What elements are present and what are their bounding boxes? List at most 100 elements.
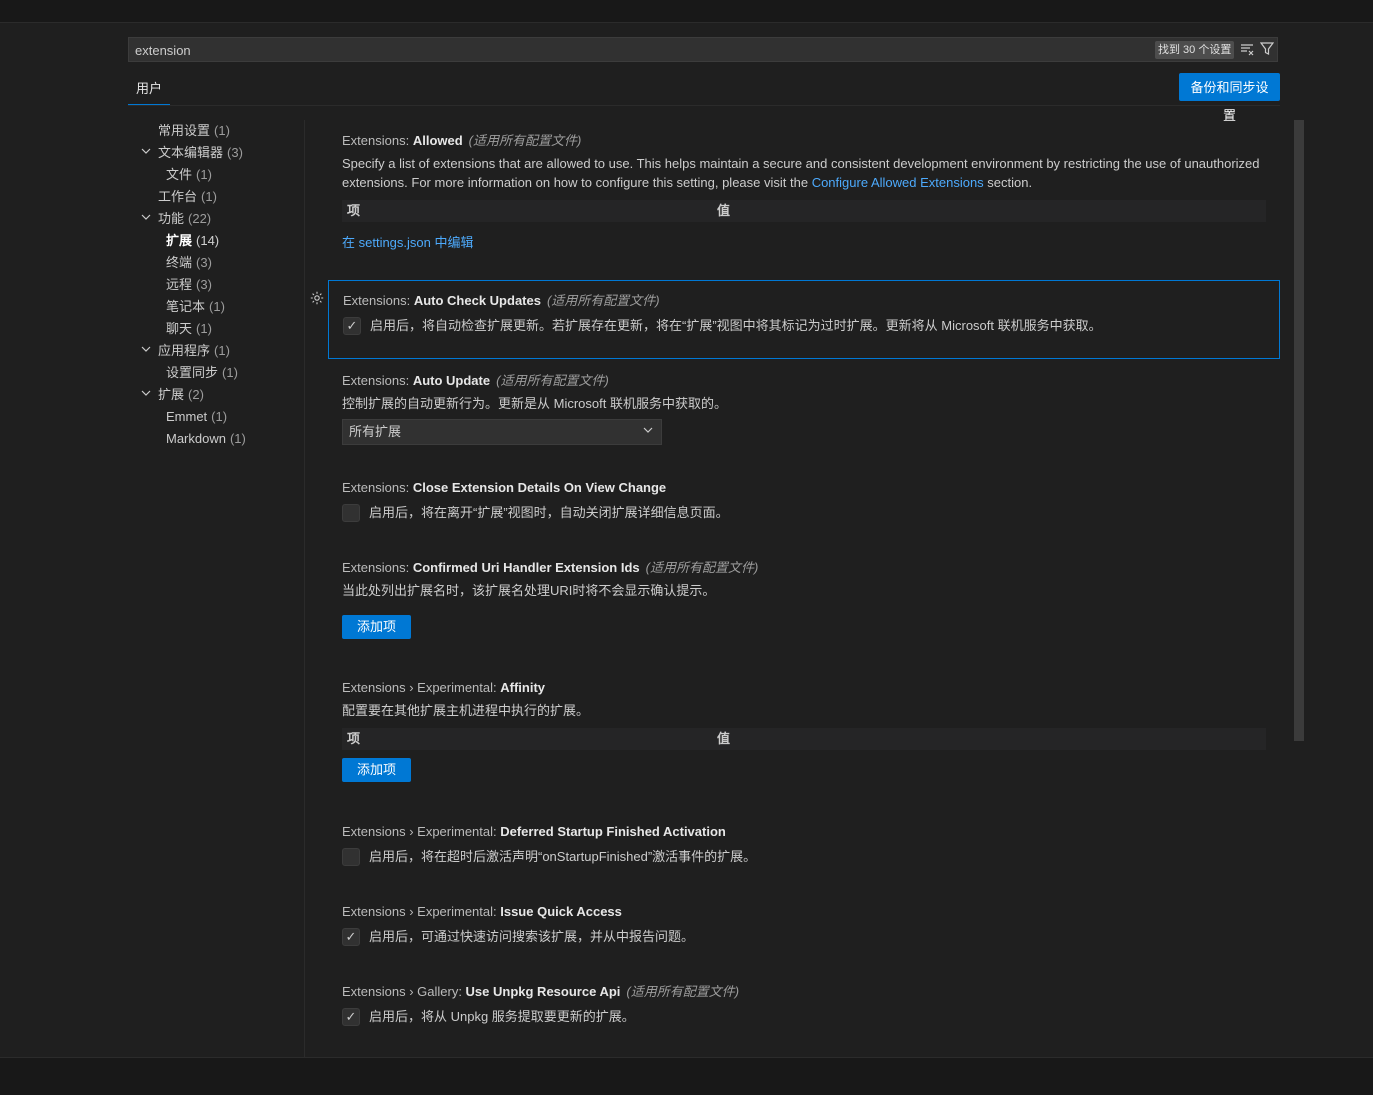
auto-check-updates-checkbox[interactable]: ✓ [343,317,361,335]
checkbox-label: 启用后，将在超时后激活声明“onStartupFinished”激活事件的扩展。 [369,849,757,864]
setting-title: Extensions: Allowed (适用所有配置文件) [342,131,1266,151]
setting-key: Allowed [412,133,463,148]
toc-item-terminal[interactable]: 终端 (3) [166,252,212,274]
toc-item-settings-sync[interactable]: 设置同步 (1) [166,362,238,384]
setting-gear-icon[interactable] [309,291,325,307]
toc-item-extensions-group[interactable]: 扩展 (2) [158,384,204,406]
setting-scope: (适用所有配置文件) [546,293,660,308]
column-value: 值 [717,203,731,218]
chevron-down-icon[interactable] [140,142,152,164]
clear-filter-icon[interactable] [1239,42,1255,58]
setting-category: Extensions: [343,293,414,308]
configure-allowed-extensions-link[interactable]: Configure Allowed Extensions [812,175,984,190]
deferred-startup-checkbox[interactable] [342,848,360,866]
setting-key: Auto Update [412,373,491,388]
setting-category: Extensions › Gallery: [342,984,466,999]
checkbox-label: 启用后，将自动检查扩展更新。若扩展存在更新，将在“扩展”视图中将其标记为过时扩展… [370,318,1102,333]
toc-count: (1) [201,189,217,204]
tab-user[interactable]: 用户 [128,78,170,105]
toc-item-markdown[interactable]: Markdown (1) [166,428,246,450]
close-details-checkbox[interactable] [342,504,360,522]
toc-label: 文本编辑器 [158,145,224,160]
chevron-down-icon[interactable] [140,208,152,230]
setting-title: Extensions › Experimental: Issue Quick A… [342,902,1266,922]
table-header: 项 值 [342,728,1266,750]
toc-divider [304,120,305,1057]
settings-search-box[interactable]: 找到 30 个设置 [128,37,1278,62]
setting-description: 配置要在其他扩展主机进程中执行的扩展。 [342,703,590,718]
toc-label: 笔记本 [166,299,206,314]
setting-title: Extensions › Experimental: Affinity [342,678,1266,698]
setting-title: Extensions: Auto Update (适用所有配置文件) [342,371,1266,391]
checkbox-row: ✓ 启用后，将自动检查扩展更新。若扩展存在更新，将在“扩展”视图中将其标记为过时… [343,315,1265,337]
setting-close-extension-details: Extensions: Close Extension Details On V… [328,478,1280,524]
toc-item-text-editor[interactable]: 文本编辑器 (3) [158,142,243,164]
backup-sync-button[interactable]: 备份和同步设置 [1179,73,1280,123]
toc-count: (1) [222,365,238,380]
setting-auto-check-updates: Extensions: Auto Check Updates (适用所有配置文件)… [328,280,1280,359]
auto-update-select[interactable]: 所有扩展 [342,419,662,445]
setting-title: Extensions: Auto Check Updates (适用所有配置文件) [343,291,1265,311]
vertical-scrollbar[interactable] [1294,120,1304,741]
setting-deferred-startup: Extensions › Experimental: Deferred Star… [328,822,1280,868]
edit-in-settings-json-link[interactable]: 在 settings.json 中编辑 [342,232,474,251]
setting-title: Extensions: Confirmed Uri Handler Extens… [342,558,1266,578]
setting-key: Auto Check Updates [413,293,541,308]
chevron-down-icon[interactable] [140,340,152,362]
toc-count: (3) [196,277,212,292]
toc-label: 工作台 [158,189,198,204]
toc-count: (2) [188,387,204,402]
toc-label: 扩展 [166,233,193,248]
toc-label: 设置同步 [166,365,219,380]
setting-experimental-affinity: Extensions › Experimental: Affinity 配置要在… [328,678,1280,782]
toc-label: 常用设置 [158,123,211,138]
chevron-down-icon [643,420,653,444]
toc-item-extensions-active[interactable]: 扩展 (14) [166,230,219,252]
column-item: 项 [347,203,361,218]
toc-count: (1) [214,123,230,138]
toc-item-application[interactable]: 应用程序 (1) [158,340,230,362]
setting-description: 当此处列出扩展名时，该扩展名处理URI时将不会显示确认提示。 [342,583,716,598]
issue-quick-access-checkbox[interactable]: ✓ [342,928,360,946]
toc-count: (1) [196,167,212,182]
toc-label: 功能 [158,211,185,226]
toc-item-workbench[interactable]: 工作台 (1) [158,186,217,208]
add-item-button[interactable]: 添加项 [342,615,411,639]
setting-use-unpkg-resource-api: Extensions › Gallery: Use Unpkg Resource… [328,982,1280,1028]
tab-divider [128,105,1280,106]
setting-category: Extensions: [342,133,413,148]
setting-scope: (适用所有配置文件) [645,560,759,575]
checkbox-label: 启用后，将在离开“扩展”视图时，自动关闭扩展详细信息页面。 [369,505,729,520]
toc-count: (3) [196,255,212,270]
setting-key: Use Unpkg Resource Api [465,984,621,999]
setting-issue-quick-access: Extensions › Experimental: Issue Quick A… [328,902,1280,948]
toc-label: 终端 [166,255,193,270]
setting-key: Confirmed Uri Handler Extension Ids [412,560,640,575]
setting-auto-update: Extensions: Auto Update (适用所有配置文件) 控制扩展的自… [328,371,1280,445]
search-input[interactable] [135,41,1035,59]
toc-item-emmet[interactable]: Emmet (1) [166,406,227,428]
toc-label: 应用程序 [158,343,211,358]
checkbox-row: ✓ 启用后，可通过快速访问搜索该扩展，并从中报告问题。 [342,926,1266,948]
checkbox-row: 启用后，将在离开“扩展”视图时，自动关闭扩展详细信息页面。 [342,502,1266,524]
setting-category: Extensions: [342,480,413,495]
filter-icon[interactable] [1259,42,1275,58]
unpkg-checkbox[interactable]: ✓ [342,1008,360,1026]
setting-scope: (适用所有配置文件) [626,984,740,999]
toc-label: Emmet [166,409,208,424]
toc-item-features[interactable]: 功能 (22) [158,208,211,230]
desc-text: section. [983,175,1033,190]
chevron-down-icon[interactable] [140,384,152,406]
setting-category: Extensions: [342,373,413,388]
toc-item-notebook[interactable]: 笔记本 (1) [166,296,225,318]
toc-item-files[interactable]: 文件 (1) [166,164,212,186]
add-item-button[interactable]: 添加项 [342,758,411,782]
toc-count: (3) [227,145,243,160]
setting-description: Specify a list of extensions that are al… [342,154,1266,192]
toc-item-remote[interactable]: 远程 (3) [166,274,212,296]
toc-label: 文件 [166,167,193,182]
toc-label: 聊天 [166,321,193,336]
toc-item-common[interactable]: 常用设置 (1) [158,120,230,142]
toc-item-chat[interactable]: 聊天 (1) [166,318,212,340]
setting-title: Extensions: Close Extension Details On V… [342,478,1266,498]
